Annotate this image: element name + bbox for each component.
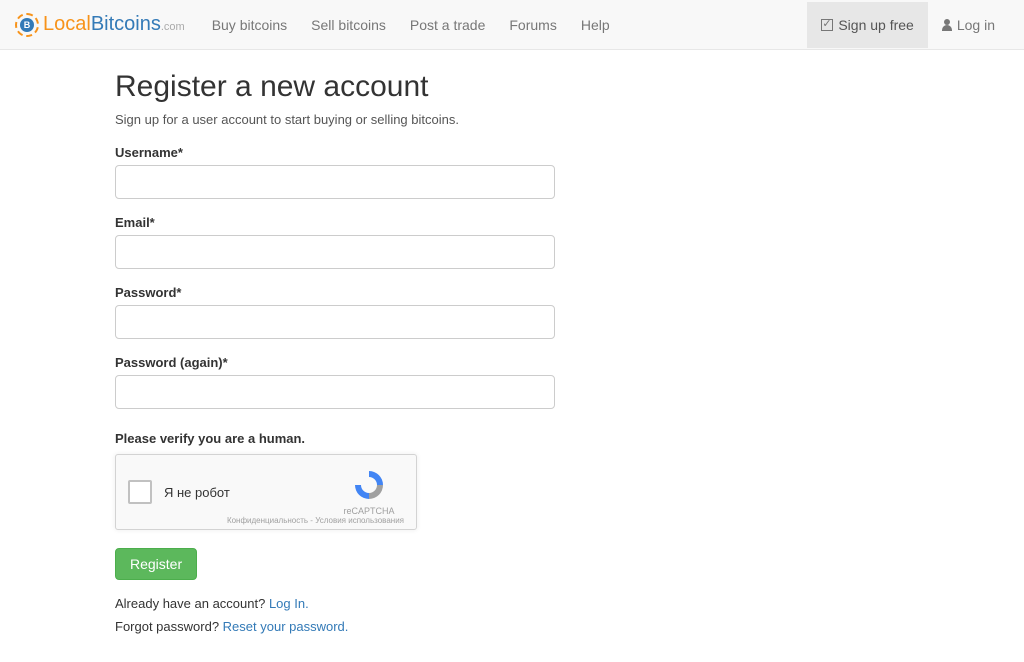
recaptcha-checkbox[interactable]: [128, 480, 152, 504]
bitcoin-logo-icon: B: [15, 13, 39, 37]
nav-help[interactable]: Help: [569, 2, 622, 48]
nav-post-trade[interactable]: Post a trade: [398, 2, 498, 48]
forgot-password-text: Forgot password? Reset your password.: [115, 619, 695, 634]
container: Register a new account Sign up for a use…: [0, 50, 1024, 662]
password-again-label: Password (again)*: [115, 355, 695, 370]
recaptcha-widget: Я не робот reCAPTCHA Конфиденциальность …: [115, 454, 417, 530]
nav-signup[interactable]: Sign up free: [807, 2, 928, 48]
nav-login[interactable]: Log in: [928, 2, 1009, 48]
navbar-right: Sign up free Log in: [807, 2, 1009, 48]
nav-login-label: Log in: [957, 17, 995, 33]
navbar: B LocalBitcoins.com Buy bitcoins Sell bi…: [0, 0, 1024, 50]
nav-buy[interactable]: Buy bitcoins: [200, 2, 299, 48]
brand-bitcoins: Bitcoins: [91, 13, 161, 35]
nav-signup-label: Sign up free: [838, 17, 914, 33]
register-form: Username* Email* Password* Password (aga…: [115, 145, 695, 634]
nav-links: Buy bitcoins Sell bitcoins Post a trade …: [200, 2, 622, 48]
password-input[interactable]: [115, 305, 555, 339]
already-account-prefix: Already have an account?: [115, 596, 269, 611]
bitcoin-logo-inner: B: [20, 18, 34, 32]
user-icon: [942, 19, 952, 31]
email-input[interactable]: [115, 235, 555, 269]
form-group-email: Email*: [115, 215, 695, 269]
nav-forums[interactable]: Forums: [497, 2, 568, 48]
brand-link[interactable]: B LocalBitcoins.com: [15, 5, 200, 45]
login-link[interactable]: Log In.: [269, 596, 309, 611]
brand-text: LocalBitcoins.com: [43, 13, 185, 36]
form-group-password: Password*: [115, 285, 695, 339]
email-label: Email*: [115, 215, 695, 230]
username-label: Username*: [115, 145, 695, 160]
signup-check-icon: [821, 19, 833, 31]
nav-sell[interactable]: Sell bitcoins: [299, 2, 398, 48]
form-group-username: Username*: [115, 145, 695, 199]
content: Register a new account Sign up for a use…: [15, 50, 695, 662]
recaptcha-brand-text: reCAPTCHA: [334, 506, 404, 516]
already-account-text: Already have an account? Log In.: [115, 596, 695, 611]
recaptcha-footer: Конфиденциальность - Условия использован…: [227, 516, 404, 525]
brand-com: .com: [161, 21, 185, 33]
page-title: Register a new account: [115, 70, 695, 104]
forgot-password-prefix: Forgot password?: [115, 619, 223, 634]
page-subtitle: Sign up for a user account to start buyi…: [115, 112, 695, 127]
password-label: Password*: [115, 285, 695, 300]
form-group-password-again: Password (again)*: [115, 355, 695, 409]
reset-password-link[interactable]: Reset your password.: [223, 619, 349, 634]
captcha-label: Please verify you are a human.: [115, 431, 695, 446]
brand-local: Local: [43, 13, 91, 35]
navbar-left: B LocalBitcoins.com Buy bitcoins Sell bi…: [15, 2, 622, 48]
recaptcha-text: Я не робот: [164, 485, 334, 500]
recaptcha-icon: [353, 469, 385, 501]
username-input[interactable]: [115, 165, 555, 199]
password-again-input[interactable]: [115, 375, 555, 409]
register-button[interactable]: Register: [115, 548, 197, 580]
recaptcha-logo: reCAPTCHA: [334, 469, 404, 516]
